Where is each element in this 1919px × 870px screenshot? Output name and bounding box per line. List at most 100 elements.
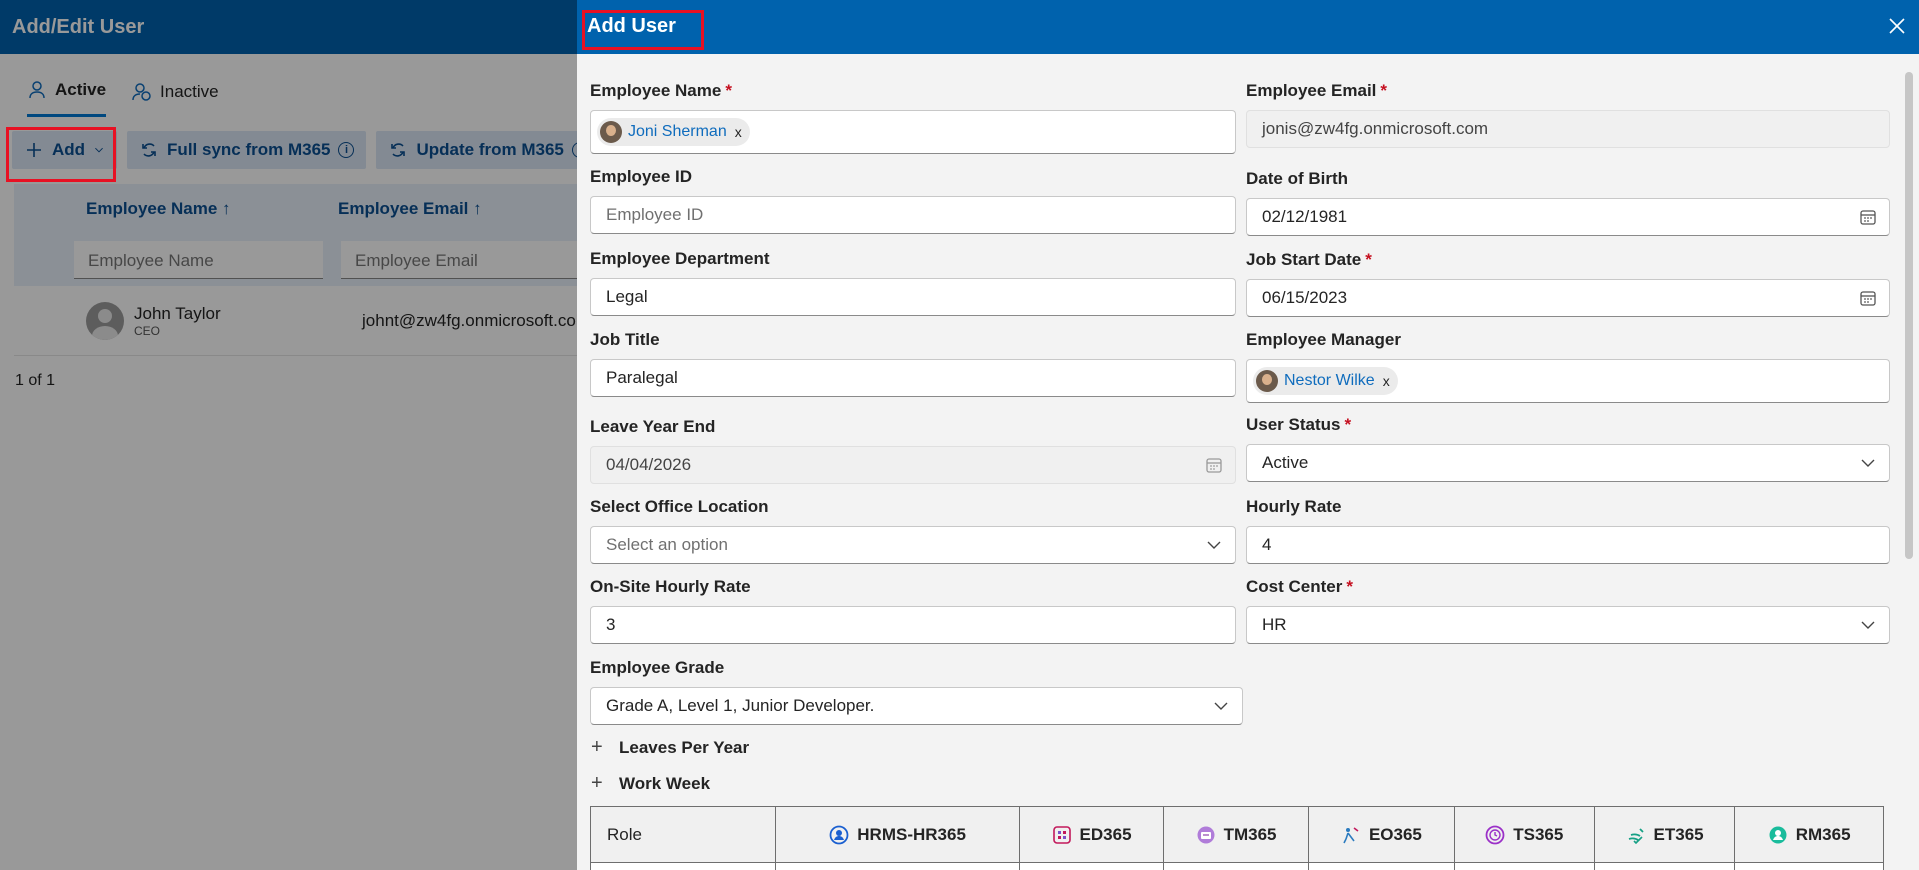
- manager-picker[interactable]: Nestor Wilke x: [1246, 359, 1890, 403]
- tm365-icon: [1197, 826, 1215, 843]
- remove-chip-icon[interactable]: x: [735, 124, 742, 140]
- user-status-select[interactable]: Active: [1246, 444, 1890, 482]
- employee-id-label: Employee ID: [590, 167, 693, 186]
- cost-center-select[interactable]: HR: [1246, 606, 1890, 644]
- calendar-icon: [1206, 458, 1222, 473]
- department-label: Employee Department: [590, 249, 770, 268]
- app-column-eo365: EO365: [1308, 806, 1455, 863]
- roles-header-row: Role HRMS-HR365 ED365 TM365 EO365 TS365 …: [590, 806, 1884, 863]
- date-of-birth-value: 02/12/1981: [1262, 207, 1348, 226]
- employee-email-field: Employee Email * jonis@zw4fg.onmicrosoft.…: [1246, 81, 1890, 148]
- role-column-header: Role: [590, 806, 776, 863]
- roles-row: [590, 862, 1884, 870]
- remove-chip-icon[interactable]: x: [1383, 373, 1390, 389]
- employee-name-picker[interactable]: Joni Sherman x: [590, 110, 1236, 154]
- grade-label: Employee Grade: [590, 658, 725, 677]
- employee-id-placeholder: Employee ID: [606, 205, 704, 224]
- manager-label: Employee Manager: [1246, 330, 1401, 349]
- app-column-hrms: HRMS-HR365: [774, 806, 1021, 863]
- office-location-label: Select Office Location: [590, 497, 769, 516]
- required-mark: *: [1365, 250, 1372, 269]
- date-of-birth-input[interactable]: 02/12/1981: [1246, 198, 1890, 236]
- highlight-add-button: [6, 127, 116, 182]
- app-label: EO365: [1368, 824, 1422, 844]
- chevron-down-icon: [1861, 621, 1875, 629]
- expander-label: Work Week: [619, 773, 711, 793]
- leave-year-end-input: 04/04/2026: [590, 446, 1236, 484]
- expander-leaves-per-year[interactable]: + Leaves Per Year: [591, 736, 749, 759]
- employee-name-field: Employee Name * Joni Sherman x: [590, 81, 1236, 154]
- expander-work-week[interactable]: + Work Week: [591, 772, 710, 795]
- user-status-value: Active: [1262, 453, 1309, 472]
- eo365-icon: [1343, 826, 1359, 843]
- employee-chip-name: Joni Sherman: [628, 123, 727, 140]
- hourly-rate-input[interactable]: 4: [1246, 526, 1890, 564]
- job-start-value: 06/15/2023: [1262, 288, 1348, 307]
- avatar: [1256, 370, 1278, 392]
- employee-email-value: jonis@zw4fg.onmicrosoft.com: [1262, 119, 1489, 138]
- required-mark: *: [725, 81, 732, 100]
- leave-year-end-label: Leave Year End: [590, 417, 716, 436]
- app-label: TM365: [1223, 824, 1277, 844]
- manager-chip: Nestor Wilke x: [1253, 367, 1398, 395]
- add-user-panel: Add User Employee Name * Joni Sherman x E…: [577, 0, 1919, 870]
- onsite-rate-input[interactable]: 3: [590, 606, 1236, 644]
- user-status-label: User Status: [1246, 415, 1341, 434]
- chevron-down-icon: [1207, 541, 1221, 549]
- grade-select[interactable]: Grade A, Level 1, Junior Developer.: [590, 687, 1243, 725]
- job-title-field: Job Title Paralegal: [590, 330, 1236, 397]
- job-title-label: Job Title: [590, 330, 660, 349]
- avatar: [600, 121, 622, 143]
- job-start-field: Job Start Date * 06/15/2023: [1246, 250, 1890, 317]
- required-mark: *: [1344, 415, 1352, 434]
- manager-chip-name: Nestor Wilke: [1284, 372, 1375, 389]
- date-of-birth-label: Date of Birth: [1246, 169, 1348, 188]
- calendar-icon[interactable]: [1859, 208, 1877, 226]
- office-location-select[interactable]: Select an option: [590, 526, 1236, 564]
- app-column-ts365: TS365: [1453, 806, 1595, 863]
- close-icon[interactable]: [1885, 14, 1909, 38]
- highlight-panel-title: [582, 10, 704, 50]
- plus-icon: +: [591, 772, 603, 794]
- app-column-rm365: RM365: [1734, 806, 1884, 863]
- employee-email-input: jonis@zw4fg.onmicrosoft.com: [1246, 110, 1890, 148]
- rm365-icon: [1769, 826, 1787, 843]
- leave-year-end-value: 04/04/2026: [606, 455, 692, 474]
- ed365-icon: [1052, 825, 1071, 844]
- cost-center-value: HR: [1262, 615, 1287, 634]
- manager-field: Employee Manager Nestor Wilke x: [1246, 330, 1890, 403]
- chevron-down-icon: [1214, 702, 1228, 710]
- app-label: ED365: [1079, 824, 1132, 844]
- plus-icon: +: [591, 736, 603, 758]
- app-label: TS365: [1513, 824, 1564, 844]
- cost-center-label: Cost Center: [1246, 577, 1343, 596]
- onsite-rate-field: On-Site Hourly Rate 3: [590, 577, 1236, 644]
- expander-label: Leaves Per Year: [619, 737, 750, 757]
- hourly-rate-field: Hourly Rate 4: [1246, 497, 1890, 564]
- date-of-birth-field: Date of Birth 02/12/1981: [1246, 169, 1890, 236]
- hourly-rate-value: 4: [1262, 535, 1272, 554]
- job-start-input[interactable]: 06/15/2023: [1246, 279, 1890, 317]
- department-value: Legal: [606, 287, 648, 306]
- employee-id-input[interactable]: Employee ID: [590, 196, 1236, 234]
- cost-center-field: Cost Center * HR: [1246, 577, 1890, 644]
- onsite-rate-label: On-Site Hourly Rate: [590, 577, 751, 596]
- app-label: RM365: [1795, 824, 1851, 844]
- required-mark: *: [1380, 81, 1388, 100]
- calendar-icon[interactable]: [1859, 289, 1877, 307]
- hourly-rate-label: Hourly Rate: [1246, 497, 1342, 516]
- employee-name-label: Employee Name: [590, 81, 722, 100]
- chevron-down-icon: [1861, 459, 1875, 467]
- job-title-value: Paralegal: [606, 368, 678, 387]
- department-input[interactable]: Legal: [590, 278, 1236, 316]
- app-column-et365: ET365: [1593, 806, 1736, 863]
- employee-id-field: Employee ID Employee ID: [590, 167, 1236, 234]
- job-title-input[interactable]: Paralegal: [590, 359, 1236, 397]
- et365-icon: [1628, 827, 1644, 844]
- onsite-rate-value: 3: [606, 615, 616, 634]
- panel-scroll-thumb[interactable]: [1905, 72, 1913, 559]
- office-location-placeholder: Select an option: [606, 535, 728, 554]
- grade-field: Employee Grade Grade A, Level 1, Junior …: [590, 658, 1243, 725]
- panel-header: Add User: [577, 0, 1919, 54]
- grade-value: Grade A, Level 1, Junior Developer.: [606, 696, 875, 715]
